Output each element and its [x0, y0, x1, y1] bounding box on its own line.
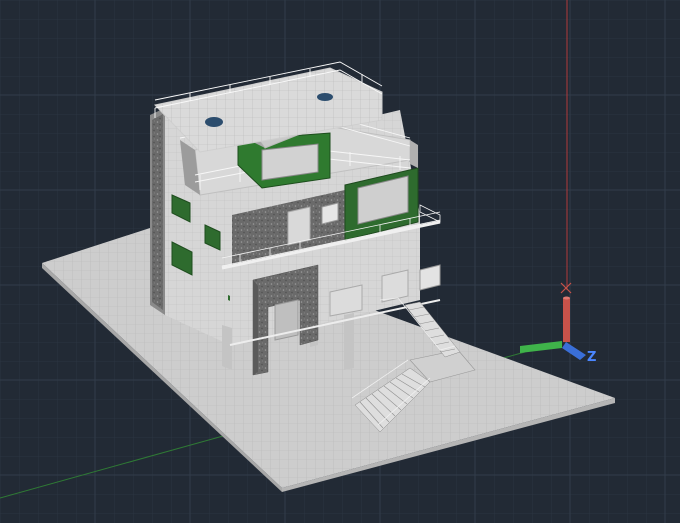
- column-2: [344, 313, 354, 370]
- ucs-z-axis-bar: [563, 298, 570, 342]
- column-1: [222, 325, 232, 370]
- roof-tank-2: [317, 93, 333, 101]
- model-space-canvas[interactable]: Z: [0, 0, 680, 523]
- ucs-z-label: Z: [587, 350, 596, 365]
- ground-window-2: [381, 269, 409, 303]
- drawing-viewport[interactable]: Z: [0, 0, 680, 523]
- roof-tank-1: [205, 117, 223, 127]
- mid-small-window: [321, 202, 339, 225]
- left-side-stone: [152, 114, 163, 310]
- mid-window: [287, 206, 311, 246]
- stone-portal-side: [253, 280, 258, 375]
- ground-window-3: [419, 264, 441, 291]
